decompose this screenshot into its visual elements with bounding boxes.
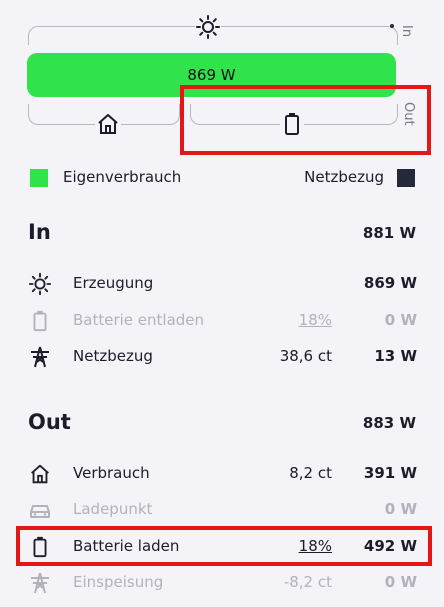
row-price: -8,2 ct [283,573,332,591]
sun-icon [28,272,52,296]
row-label: Einspeisung [73,573,164,591]
sun-icon [195,14,221,40]
power-tower-icon [28,571,52,595]
row-value: 0 W [384,573,417,591]
row-price: 38,6 ct [279,347,332,365]
row-value: 0 W [384,311,417,329]
section-total-out: 883 W [362,414,416,432]
list-item-einspeisung: Einspeisung -8,2 ct 0 W [28,571,417,595]
section-total-in: 881 W [362,224,416,242]
row-value: 0 W [384,500,417,518]
section-title-out: Out [28,410,71,434]
legend-label-eigenverbrauch: Eigenverbrauch [63,168,182,186]
legend-swatch-eigenverbrauch [30,169,48,187]
power-tower-icon [28,345,52,369]
house-icon [95,111,121,137]
list-item-ladepunkt: Ladepunkt 0 W [28,498,417,522]
highlight-box-batterie-laden [16,526,432,566]
row-label: Verbrauch [73,464,150,482]
row-price: 8,2 ct [289,464,332,482]
battery-icon [28,309,52,333]
list-item-erzeugung: Erzeugung 869 W [28,272,417,296]
car-icon [28,498,52,522]
flow-in-label: In [399,25,414,38]
legend: Eigenverbrauch Netzbezug [30,168,415,188]
flow-dot [390,24,394,28]
list-item-verbrauch: Verbrauch 8,2 ct 391 W [28,462,417,486]
row-label: Batterie entladen [73,311,205,329]
list-item-netzbezug: Netzbezug 38,6 ct 13 W [28,345,417,369]
battery-soc-link[interactable]: 18% [299,311,332,329]
list-item-batterie-entladen: Batterie entladen 18% 0 W [28,309,417,333]
row-value: 391 W [363,464,417,482]
production-power-label: 869 W [187,66,236,84]
row-label: Erzeugung [73,274,154,292]
row-value: 869 W [363,274,417,292]
house-icon [28,462,52,486]
row-label: Ladepunkt [73,500,153,518]
highlight-box-flow-battery [180,85,431,155]
row-label: Netzbezug [73,347,153,365]
legend-label-netzbezug: Netzbezug [304,168,384,186]
legend-swatch-netzbezug [397,169,415,187]
section-title-in: In [28,220,51,244]
row-value: 13 W [374,347,417,365]
